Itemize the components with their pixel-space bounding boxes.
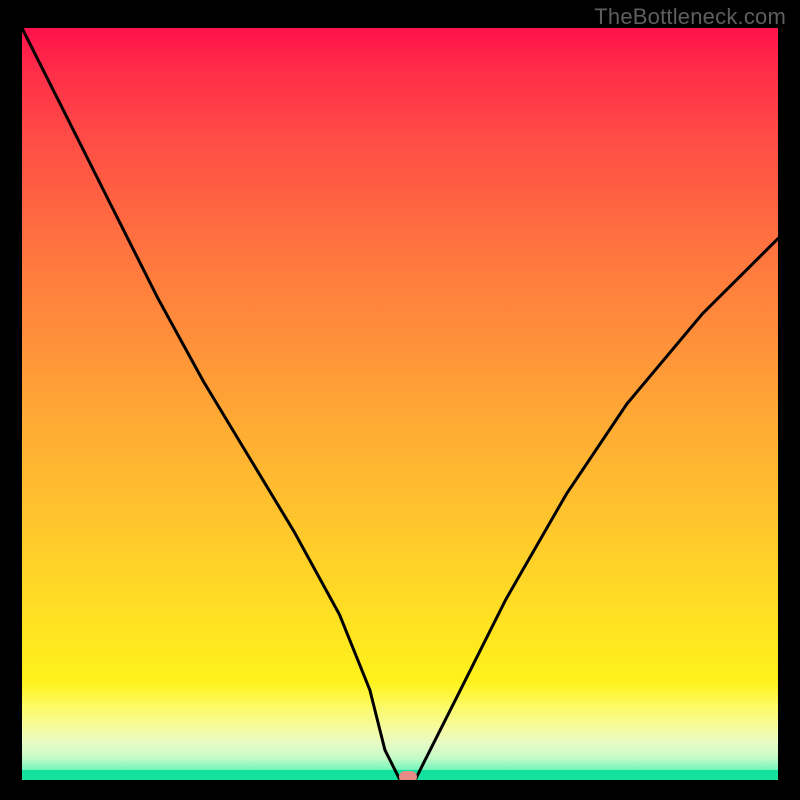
watermark-text: TheBottleneck.com [594, 4, 786, 30]
plot-frame [22, 28, 778, 780]
bottleneck-curve [22, 28, 778, 780]
chart-container: TheBottleneck.com [0, 0, 800, 800]
optimum-marker [399, 771, 417, 780]
plot-area [22, 28, 778, 780]
